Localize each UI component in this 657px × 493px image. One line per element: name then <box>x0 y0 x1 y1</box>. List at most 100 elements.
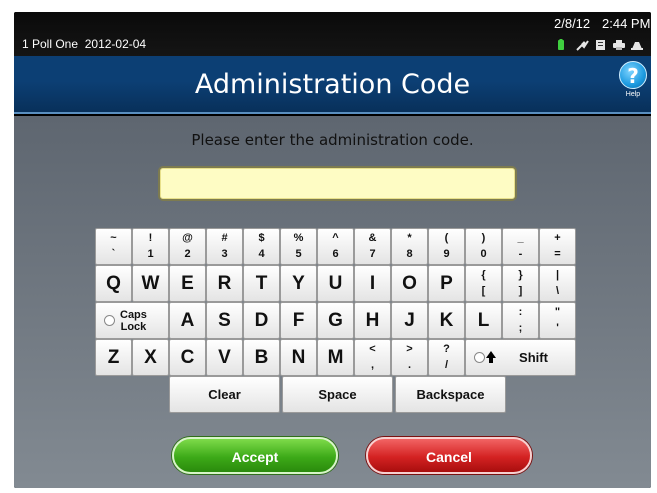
key-label: O <box>402 273 417 294</box>
key-q[interactable]: Q <box>95 265 132 302</box>
space-key[interactable]: Space <box>282 376 393 413</box>
shift-arrow-stem <box>489 358 493 363</box>
key-label: W <box>141 273 160 294</box>
key-upper-char: ) <box>481 232 486 244</box>
status-time: 2:44 PM <box>602 16 651 31</box>
cancel-button[interactable]: Cancel <box>366 437 532 474</box>
backspace-key[interactable]: Backspace <box>395 376 506 413</box>
key-b[interactable]: B <box>243 339 280 376</box>
key-label: H <box>365 310 380 331</box>
key-label: F <box>292 310 305 331</box>
key-0[interactable]: ) 0 <box>465 228 502 265</box>
key-7[interactable]: & 7 <box>354 228 391 265</box>
key-lower-char: 4 <box>258 248 265 260</box>
caps-lock-key[interactable]: Caps Lock <box>95 302 169 339</box>
key-lower-char: 0 <box>480 248 487 260</box>
key-lower-char: 2 <box>184 248 191 260</box>
key-f[interactable]: F <box>280 302 317 339</box>
key-y[interactable]: Y <box>280 265 317 302</box>
key-.[interactable]: >. <box>391 339 428 376</box>
key-lower-char: 9 <box>443 248 450 260</box>
key-j[interactable]: J <box>391 302 428 339</box>
key-i[interactable]: I <box>354 265 391 302</box>
key-lower-char: 6 <box>332 248 339 260</box>
key-upper-char: : <box>518 306 523 318</box>
help-icon: ? <box>619 61 647 89</box>
clear-key[interactable]: Clear <box>169 376 280 413</box>
key-t[interactable]: T <box>243 265 280 302</box>
key-2[interactable]: @2 <box>169 228 206 265</box>
key-m[interactable]: M <box>317 339 354 376</box>
key-upper-char: # <box>221 232 228 244</box>
key-label: Clear <box>208 387 241 402</box>
key--[interactable]: _ - <box>502 228 539 265</box>
key-k[interactable]: K <box>428 302 465 339</box>
network-icon <box>631 42 643 50</box>
key-c[interactable]: C <box>169 339 206 376</box>
key-s[interactable]: S <box>206 302 243 339</box>
key-lower-char: ` <box>111 248 116 260</box>
key-lower-char: ; <box>518 322 523 334</box>
shift-key[interactable]: Shift <box>465 339 576 376</box>
key-=[interactable]: + = <box>539 228 576 265</box>
key-x[interactable]: X <box>132 339 169 376</box>
key-label: N <box>291 347 306 368</box>
key-5[interactable]: % 5 <box>280 228 317 265</box>
key-`[interactable]: ~ ` <box>95 228 132 265</box>
key-upper-char: { <box>481 269 486 281</box>
key-z[interactable]: Z <box>95 339 132 376</box>
kiosk-screen: 1 Poll One 2012-02-04 2/8/12 2:44 PM Adm… <box>14 12 651 488</box>
key-\[interactable]: | \ <box>539 265 576 302</box>
key-label: Backspace <box>416 387 485 402</box>
key-label: K <box>439 310 454 331</box>
help-button[interactable]: ? Help <box>618 61 648 107</box>
title-bar: Administration Code ? Help <box>14 56 651 114</box>
shift-indicator <box>474 352 485 363</box>
key-[[interactable]: {[ <box>465 265 502 302</box>
key-4[interactable]: $4 <box>243 228 280 265</box>
key-n[interactable]: N <box>280 339 317 376</box>
key-label: L <box>477 310 490 331</box>
key-p[interactable]: P <box>428 265 465 302</box>
poll-status: 1 Poll One 2012-02-04 <box>22 37 146 51</box>
key-upper-char: < <box>369 343 376 355</box>
caps-label-line2: Lock <box>120 321 147 333</box>
key-r[interactable]: R <box>206 265 243 302</box>
key-upper-char: _ <box>517 232 524 244</box>
key-1[interactable]: ! 1 <box>132 228 169 265</box>
key-d[interactable]: D <box>243 302 280 339</box>
key-lower-char: [ <box>481 285 486 297</box>
key-][interactable]: }] <box>502 265 539 302</box>
key-/[interactable]: ? / <box>428 339 465 376</box>
administration-code-input[interactable] <box>158 166 517 201</box>
key-8[interactable]: * 8 <box>391 228 428 265</box>
key-w[interactable]: W <box>132 265 169 302</box>
key-o[interactable]: O <box>391 265 428 302</box>
key-upper-char: % <box>293 232 304 244</box>
key-lower-char: / <box>444 359 449 371</box>
key-lower-char: ' <box>556 322 559 334</box>
key-6[interactable]: ^ 6 <box>317 228 354 265</box>
key-,[interactable]: <, <box>354 339 391 376</box>
key-label: D <box>254 310 269 331</box>
key-e[interactable]: E <box>169 265 206 302</box>
key-3[interactable]: #3 <box>206 228 243 265</box>
key-u[interactable]: U <box>317 265 354 302</box>
key-h[interactable]: H <box>354 302 391 339</box>
poll-label: 1 Poll One <box>22 37 79 51</box>
key-label: U <box>328 273 343 294</box>
key-l[interactable]: L <box>465 302 502 339</box>
key-upper-char: ^ <box>332 232 339 244</box>
key-;[interactable]: :; <box>502 302 539 339</box>
key-a[interactable]: A <box>169 302 206 339</box>
key-label: I <box>369 273 376 294</box>
key-v[interactable]: V <box>206 339 243 376</box>
key-g[interactable]: G <box>317 302 354 339</box>
key-upper-char: | <box>555 269 560 281</box>
key-label: E <box>181 273 194 294</box>
key-9[interactable]: (9 <box>428 228 465 265</box>
accept-button[interactable]: Accept <box>172 437 338 474</box>
key-lower-char: 7 <box>369 248 376 260</box>
key-'[interactable]: " ' <box>539 302 576 339</box>
key-label: V <box>218 347 231 368</box>
